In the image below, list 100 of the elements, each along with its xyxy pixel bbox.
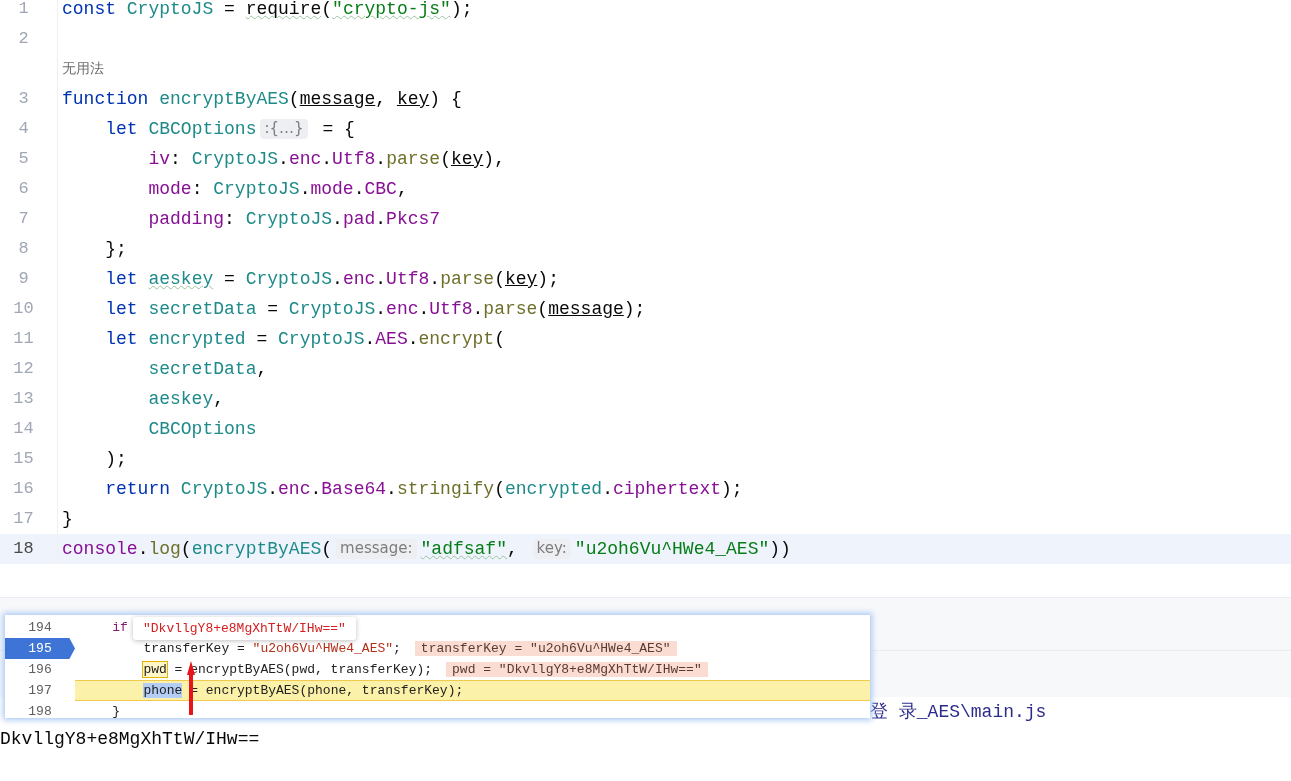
identifier: CBCOptions — [148, 119, 257, 139]
code-text: ); — [104, 449, 127, 469]
property: enc — [278, 479, 311, 499]
code-text: ( — [321, 539, 333, 559]
identifier: aeskey — [147, 389, 214, 409]
code-text: . — [375, 149, 387, 169]
code-text: . — [332, 209, 343, 229]
line-number: 9 — [0, 264, 58, 294]
property: enc — [342, 269, 376, 289]
code-text: . — [278, 149, 289, 169]
code-text: . — [364, 329, 376, 349]
usage-hint: 无用法 — [61, 60, 104, 78]
identifier: CryptoJS — [191, 149, 279, 169]
line-number: 11 — [0, 324, 58, 354]
code-text: ( — [537, 299, 549, 319]
code-text: = — [266, 299, 280, 319]
code-text: ); — [721, 479, 743, 499]
code-text: : — [224, 209, 236, 229]
parameter: key — [504, 269, 538, 289]
console-output: DkvllgY8+e8MgXhTtW/IHw== — [0, 729, 261, 749]
code-text: . — [353, 179, 365, 199]
string-literal: "u2oh6Vu^HWe4_AES" — [574, 539, 770, 559]
line-number: 12 — [0, 354, 58, 384]
code-text: } — [112, 704, 120, 718]
line-number: 5 — [0, 144, 58, 174]
identifier: CBCOptions — [147, 419, 257, 439]
keyword: let — [104, 299, 139, 319]
code-text: ) { — [429, 89, 462, 109]
code-text: . — [299, 179, 311, 199]
line-number: 197 — [5, 680, 75, 701]
code-text: . — [375, 269, 387, 289]
parameter: key — [450, 149, 484, 169]
highlighted-word: pwd — [143, 662, 167, 677]
property: Utf8 — [332, 149, 376, 169]
file-path-link[interactable]: 登 录_AES\main.js — [870, 702, 1047, 722]
code-text: ); — [450, 0, 473, 19]
code-text: ( — [494, 269, 505, 289]
line-number: 18 — [0, 534, 58, 564]
code-text: = — [223, 0, 236, 19]
code-text: ), — [483, 149, 505, 169]
code-text: . — [267, 479, 279, 499]
string-literal: "crypto-js" — [332, 0, 451, 19]
code-text: . — [375, 209, 387, 229]
code-text: , — [396, 179, 408, 199]
property: pad — [342, 209, 376, 229]
line-number: 10 — [0, 294, 58, 324]
code-text: ( — [494, 329, 505, 349]
property: mode — [147, 179, 192, 199]
code-text: . — [332, 269, 343, 289]
parameter: message — [299, 89, 376, 109]
code-text: )) — [769, 539, 791, 559]
identifier: secretData — [148, 299, 257, 319]
code-text: ( — [440, 149, 451, 169]
keyword: if — [112, 620, 128, 635]
code-text: : — [170, 149, 182, 169]
line-number: 4 — [0, 114, 58, 144]
property: console — [62, 539, 138, 559]
code-text: . — [386, 479, 397, 499]
property: Utf8 — [386, 269, 430, 289]
inlay-hint: :{…} — [260, 119, 308, 139]
property: Utf8 — [429, 299, 473, 319]
inline-value: pwd = "DkvllgY8+e8MgXhTtW/IHw==" — [446, 662, 708, 677]
code-text: = — [223, 269, 236, 289]
property: ciphertext — [612, 479, 721, 499]
line-number: 15 — [0, 444, 58, 474]
parameter: message — [548, 299, 624, 319]
function-name: parse — [386, 149, 441, 169]
property: Pkcs7 — [386, 209, 441, 229]
function-name: parse — [440, 269, 495, 289]
identifier: CryptoJS — [126, 0, 214, 19]
property: padding — [147, 209, 225, 229]
line-number: 7 — [0, 204, 58, 234]
line-number: 2 — [0, 24, 58, 54]
line-number: 13 — [0, 384, 58, 414]
function-name: stringify — [396, 479, 495, 499]
code-text: . — [602, 479, 613, 499]
inline-value: transferKey = "u2oh6Vu^HWe4_AES" — [414, 641, 677, 656]
function-name: log — [148, 539, 181, 559]
identifier: encrypted — [504, 479, 603, 499]
code-text: . — [375, 299, 387, 319]
keyword: let — [104, 269, 139, 289]
code-text: require — [245, 0, 322, 19]
code-text: , — [375, 89, 388, 109]
identifier: encrypted — [148, 329, 246, 349]
code-text: . — [321, 149, 333, 169]
identifier: CryptoJS — [213, 179, 300, 199]
code-text: = { — [321, 119, 355, 139]
code-text: ( — [288, 89, 300, 109]
line-number: 8 — [0, 234, 58, 264]
property: mode — [310, 179, 354, 199]
value-tooltip: "DkvllgY8+e8MgXhTtW/IHw==" — [133, 617, 356, 640]
property: CBC — [364, 179, 397, 199]
identifier: encryptByAES — [191, 539, 322, 559]
string-literal: "adfsaf" — [420, 539, 507, 559]
property: enc — [288, 149, 322, 169]
line-number: 14 — [0, 414, 58, 444]
code-text: }; — [104, 239, 127, 259]
breakpoint-marker: 195 — [5, 638, 75, 659]
code-text: ); — [623, 299, 646, 319]
identifier: CryptoJS — [288, 299, 376, 319]
